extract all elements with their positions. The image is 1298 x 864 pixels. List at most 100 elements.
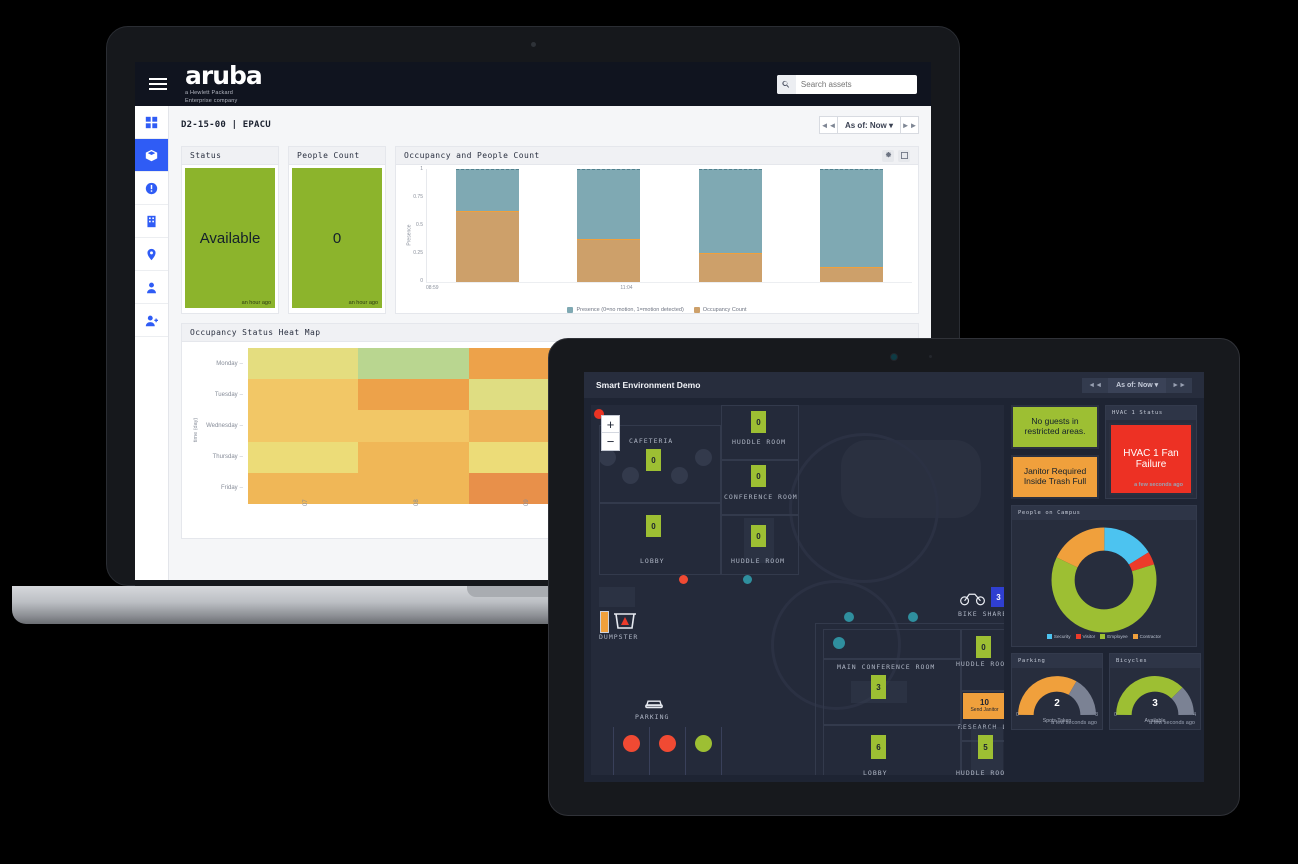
- search-box[interactable]: [777, 74, 917, 94]
- guests-alert[interactable]: No guests in restricted areas.: [1011, 405, 1099, 449]
- people-count-card-header: People Count: [289, 147, 385, 165]
- room-count-cafeteria: 0: [646, 449, 661, 471]
- time-toolbar: ◄◄ As of: Now ▾ ►►: [818, 116, 919, 134]
- heatmap-cell[interactable]: [358, 379, 469, 411]
- status-value-tile: Available an hour ago: [185, 168, 275, 308]
- chart-legend: Presence (0=no motion, 1=motion detected…: [396, 305, 918, 313]
- legend-swatch: [1100, 634, 1106, 639]
- gauges-row: Parking 2 Spots Taken 0 3 a few seconds …: [1011, 653, 1201, 730]
- heatmap-row-label: Thursday: [213, 454, 243, 460]
- floor-plan-map[interactable]: + − CAFETERIA 0 0 HUDDLE ROOM 0 CONFEREN…: [591, 405, 1004, 775]
- hamburger-menu-icon[interactable]: [149, 75, 167, 93]
- chair-icon: [671, 467, 688, 484]
- zoom-in-button[interactable]: +: [602, 416, 619, 433]
- status-value: Available: [199, 229, 261, 247]
- bar-segment-occupancy: [819, 267, 883, 282]
- parking-spot-free: [695, 735, 712, 752]
- sidebar-item-add-user[interactable]: [135, 304, 168, 337]
- room-count-lobby-right: 6: [871, 735, 886, 759]
- header-right: [777, 74, 917, 94]
- heatmap-cell[interactable]: [358, 441, 469, 473]
- gauge-arc: [1068, 681, 1096, 716]
- parking-spot-occupied: [659, 735, 676, 752]
- room-count-research-lab[interactable]: 10 Send Janitor: [963, 693, 1004, 719]
- dumpster-pad: [599, 587, 635, 607]
- heatmap-cell[interactable]: [358, 410, 469, 442]
- expand-icon[interactable]: [898, 149, 910, 162]
- as-of-dropdown[interactable]: As of: Now ▾: [837, 116, 900, 134]
- heatmap-cell[interactable]: [358, 348, 469, 380]
- parking-value: 2: [1054, 698, 1060, 709]
- gear-icon[interactable]: [882, 149, 894, 162]
- bike-share-count: 3: [991, 587, 1004, 607]
- room-label-main-conference: MAIN CONFERENCE ROOM: [837, 663, 936, 671]
- time-next-button[interactable]: ►►: [900, 116, 919, 134]
- heatmap-cell[interactable]: [248, 410, 359, 442]
- bar-segment-occupancy: [456, 210, 520, 282]
- sidebar-item-assets[interactable]: [135, 139, 168, 172]
- people-count-card: People Count 0 an hour ago: [288, 146, 386, 314]
- heatmap-cell[interactable]: [248, 379, 359, 411]
- donut-slice[interactable]: [1051, 527, 1157, 633]
- search-input[interactable]: [795, 79, 917, 89]
- legend-label: Contractor: [1139, 634, 1162, 639]
- chart-bar-slot: [427, 169, 548, 282]
- bicycles-gauge-value: 3 Available: [1145, 698, 1166, 727]
- room-lobby-right[interactable]: [823, 725, 961, 775]
- room-count-huddle-4: 5: [978, 735, 993, 759]
- chart-legend-item[interactable]: Presence (0=no motion, 1=motion detected…: [567, 307, 684, 313]
- chair-icon: [622, 467, 639, 484]
- room-count-huddle-2: 0: [751, 525, 766, 547]
- bar-segment-occupancy: [577, 239, 641, 282]
- legend-swatch: [1046, 634, 1052, 639]
- tablet-screen: Smart Environment Demo ◄◄ As of: Now ▾ ►…: [584, 372, 1204, 782]
- tablet-as-of-dropdown[interactable]: As of: Now ▾: [1108, 377, 1167, 393]
- bar-segment-presence: [456, 169, 520, 211]
- room-label-lobby-right: LOBBY: [863, 769, 888, 775]
- sidebar-item-buildings[interactable]: [135, 205, 168, 238]
- tablet-time-next-button[interactable]: ►►: [1166, 377, 1192, 393]
- people-count-timestamp: an hour ago: [348, 300, 378, 306]
- zoom-out-button[interactable]: −: [602, 433, 619, 450]
- time-prev-button[interactable]: ◄◄: [818, 116, 838, 134]
- bar-segment-presence: [698, 169, 762, 253]
- bicycles-value-label: Available: [1144, 718, 1166, 724]
- sidebar-item-locations[interactable]: [135, 238, 168, 271]
- tablet-time-prev-button[interactable]: ◄◄: [1082, 377, 1109, 393]
- hvac-alert[interactable]: HVAC 1 Fan Failure a few seconds ago: [1109, 423, 1193, 495]
- heatmap-cell[interactable]: [248, 441, 359, 473]
- sidebar-item-alerts[interactable]: [135, 172, 168, 205]
- janitor-alert[interactable]: Janitor Required Inside Trash Full: [1011, 455, 1099, 499]
- breadcrumb: D2-15-00 | EPACU: [181, 120, 271, 130]
- hvac-alert-timestamp: a few seconds ago: [1134, 481, 1183, 488]
- status-card-title: Status: [190, 151, 222, 160]
- sensor-dot-teal: [833, 637, 845, 649]
- sidebar-item-dashboard[interactable]: [135, 106, 168, 139]
- sidebar-item-users[interactable]: [135, 271, 168, 304]
- legend-swatch: [1075, 634, 1081, 639]
- pin-icon: [147, 248, 156, 260]
- chart-bar: [698, 169, 762, 282]
- parking-panel-title: Parking: [1018, 658, 1046, 664]
- donut-legend-item[interactable]: Visitor: [1075, 634, 1095, 639]
- room-count-huddle-3: 0: [976, 636, 991, 658]
- bicycles-min: 0: [1114, 712, 1117, 718]
- alert-stack: No guests in restricted areas. Janitor R…: [1011, 405, 1099, 499]
- chair-icon: [695, 449, 712, 466]
- legend-label: Security: [1053, 634, 1071, 639]
- donut-legend-item[interactable]: Employee: [1100, 634, 1128, 639]
- chart-legend-item[interactable]: Occupancy Count: [693, 307, 747, 313]
- tablet-camera-icon: [891, 354, 897, 360]
- heatmap-cell[interactable]: [248, 348, 359, 380]
- heatmap-col-label: 08: [413, 499, 420, 506]
- bicycle-icon: [959, 590, 987, 606]
- legend-label: Presence (0=no motion, 1=motion detected…: [576, 307, 684, 313]
- card-actions: [882, 149, 910, 162]
- donut-legend-item[interactable]: Contractor: [1132, 634, 1162, 639]
- chart-y-tick: 1: [420, 166, 423, 172]
- tablet-app-title: Smart Environment Demo: [596, 380, 701, 390]
- occupancy-chart-title: Occupancy and People Count: [404, 151, 540, 160]
- aruba-header: aruba a Hewlett Packard Enterprise compan…: [135, 62, 931, 106]
- user-icon: [147, 282, 156, 293]
- donut-legend-item[interactable]: Security: [1046, 634, 1071, 639]
